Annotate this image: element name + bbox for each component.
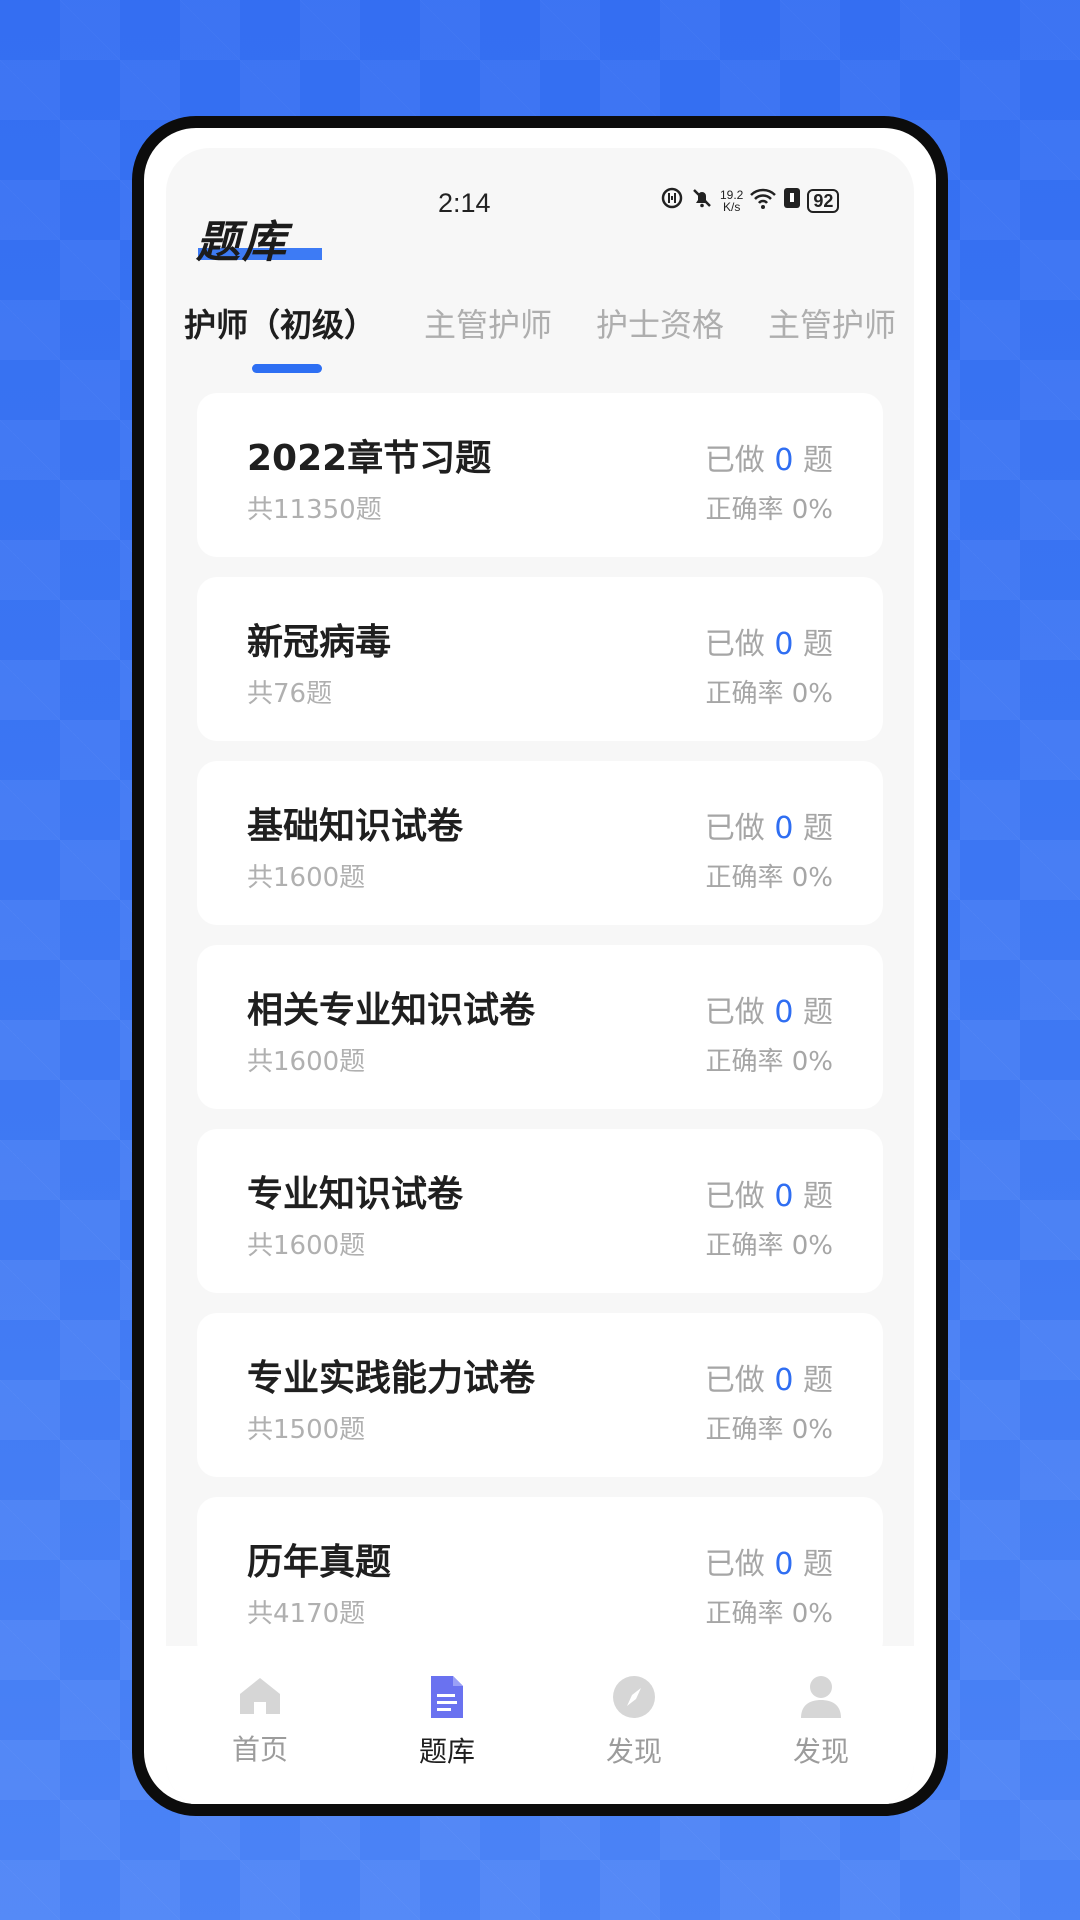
phone-frame: 2:14 19.2 K/s 92 题库 护师（初级） 主管护师 护士资格 主管护…: [132, 116, 948, 1816]
done-number: 0: [774, 1179, 794, 1214]
done-prefix: 已做: [704, 443, 765, 478]
done-prefix: 已做: [704, 1547, 765, 1582]
app-screen: 2:14 19.2 K/s 92 题库 护师（初级） 主管护师 护士资格 主管护…: [166, 148, 914, 1804]
done-prefix: 已做: [704, 1179, 765, 1214]
question-card[interactable]: 新冠病毒 共76题 已做 0 题 正确率 0%: [197, 577, 883, 741]
done-suffix: 题: [803, 443, 833, 478]
question-card[interactable]: 专业知识试卷 共1600题 已做 0 题 正确率 0%: [197, 1129, 883, 1293]
card-count: 共4170题: [247, 1599, 366, 1629]
card-count: 共1600题: [247, 1231, 366, 1261]
card-title: 新冠病毒: [247, 622, 392, 663]
question-card[interactable]: 2022章节习题 共11350题 已做 0 题 正确率 0%: [197, 393, 883, 557]
done-count: 已做 0 题: [705, 619, 833, 663]
card-title: 历年真题: [247, 1542, 392, 1583]
done-number: 0: [774, 1363, 794, 1398]
network-speed: 19.2 K/s: [720, 189, 743, 213]
done-suffix: 题: [803, 1547, 833, 1582]
card-count: 共1600题: [247, 863, 366, 893]
done-count: 已做 0 题: [705, 435, 833, 479]
done-count: 已做 0 题: [705, 803, 833, 847]
sim-icon: [783, 186, 801, 216]
speed-unit: K/s: [723, 200, 741, 214]
bottom-nav: 首页 题库 发现 发现: [166, 1646, 914, 1804]
nav-discover-label: 发现: [605, 1735, 662, 1768]
tab-nurse-junior[interactable]: 护师（初级）: [184, 300, 376, 346]
done-number: 0: [774, 1547, 794, 1582]
question-card[interactable]: 专业实践能力试卷 共1500题 已做 0 题 正确率 0%: [197, 1313, 883, 1477]
nav-profile[interactable]: 发现: [761, 1674, 881, 1770]
card-title: 专业知识试卷: [247, 1174, 464, 1215]
done-prefix: 已做: [704, 811, 765, 846]
done-count: 已做 0 题: [705, 987, 833, 1031]
done-prefix: 已做: [704, 995, 765, 1030]
nav-profile-label: 发现: [792, 1735, 849, 1768]
home-icon: [200, 1674, 320, 1722]
card-title: 相关专业知识试卷: [247, 990, 536, 1031]
accuracy-rate: 正确率 0%: [705, 1415, 833, 1445]
compass-icon: [574, 1674, 694, 1724]
tab-nurse-qualification[interactable]: 护士资格: [596, 300, 724, 346]
done-suffix: 题: [803, 1179, 833, 1214]
data-saver-icon: [660, 186, 684, 216]
tab-supervising-nurse-2[interactable]: 主管护师: [768, 300, 896, 346]
tab-supervising-nurse[interactable]: 主管护师: [424, 300, 552, 346]
document-icon: [387, 1674, 507, 1724]
accuracy-rate: 正确率 0%: [705, 1599, 833, 1629]
done-number: 0: [774, 811, 794, 846]
card-count: 共11350题: [247, 495, 382, 525]
nav-home[interactable]: 首页: [200, 1674, 320, 1768]
nav-question-bank-label: 题库: [418, 1735, 475, 1768]
done-count: 已做 0 题: [705, 1539, 833, 1583]
accuracy-rate: 正确率 0%: [705, 1047, 833, 1077]
done-count: 已做 0 题: [705, 1171, 833, 1215]
mute-bell-icon: [690, 186, 714, 216]
accuracy-rate: 正确率 0%: [705, 679, 833, 709]
done-suffix: 题: [803, 1363, 833, 1398]
card-title: 基础知识试卷: [247, 806, 464, 847]
card-count: 共76题: [247, 679, 333, 709]
accuracy-rate: 正确率 0%: [705, 1231, 833, 1261]
tab-indicator: [252, 364, 322, 373]
card-count: 共1600题: [247, 1047, 366, 1077]
wifi-icon: [749, 186, 777, 216]
done-number: 0: [774, 443, 794, 478]
done-suffix: 题: [803, 811, 833, 846]
accuracy-rate: 正确率 0%: [705, 863, 833, 893]
page-title: 题库: [196, 217, 288, 268]
accuracy-rate: 正确率 0%: [705, 495, 833, 525]
battery-level: 92: [807, 189, 840, 213]
status-time: 2:14: [438, 188, 491, 218]
question-card[interactable]: 历年真题 共4170题 已做 0 题 正确率 0%: [197, 1497, 883, 1661]
done-suffix: 题: [803, 627, 833, 662]
done-prefix: 已做: [704, 1363, 765, 1398]
status-icons: 19.2 K/s 92: [660, 186, 840, 216]
done-suffix: 题: [803, 995, 833, 1030]
done-prefix: 已做: [704, 627, 765, 662]
done-count: 已做 0 题: [705, 1355, 833, 1399]
done-number: 0: [774, 627, 794, 662]
done-number: 0: [774, 995, 794, 1030]
nav-home-label: 首页: [231, 1733, 288, 1766]
question-card[interactable]: 基础知识试卷 共1600题 已做 0 题 正确率 0%: [197, 761, 883, 925]
question-card[interactable]: 相关专业知识试卷 共1600题 已做 0 题 正确率 0%: [197, 945, 883, 1109]
person-icon: [761, 1674, 881, 1724]
card-count: 共1500题: [247, 1415, 366, 1445]
nav-question-bank[interactable]: 题库: [387, 1674, 507, 1770]
nav-discover[interactable]: 发现: [574, 1674, 694, 1770]
card-title: 专业实践能力试卷: [247, 1358, 536, 1399]
card-title: 2022章节习题: [247, 438, 492, 479]
